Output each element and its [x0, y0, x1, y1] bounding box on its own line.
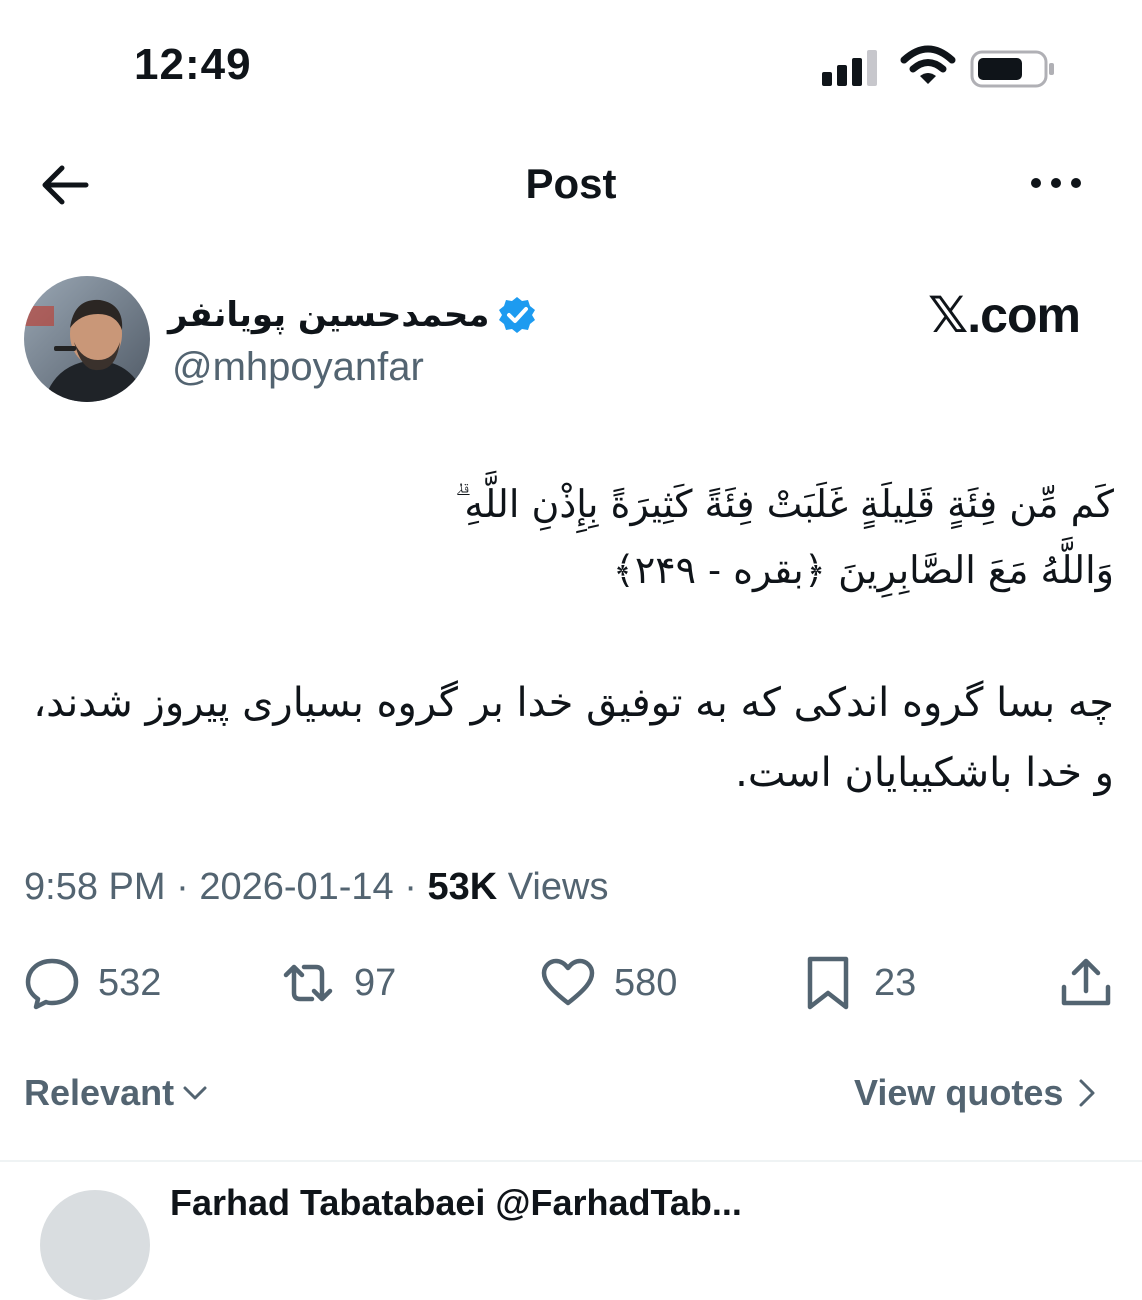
- post-meta: 9:58 PM · 2026-01-14 · 53K Views: [24, 866, 608, 909]
- share-button[interactable]: [1058, 950, 1114, 1016]
- bookmark-icon: [807, 956, 849, 1010]
- reply-button[interactable]: 532: [24, 950, 161, 1016]
- post-time: 9:58 PM: [24, 866, 166, 908]
- reply-author-name[interactable]: Farhad Tabatabaei @FarhadTab...: [170, 1182, 742, 1224]
- post-persian-text: چه بسا گروه اندکی که به توفیق خدا بر گرو…: [33, 680, 1114, 796]
- wifi-icon: [900, 45, 956, 84]
- post-arabic-line-1: كَم مِّن فِئَةٍ قَلِيلَةٍ غَلَبَتْ فِئَة…: [454, 482, 1114, 526]
- chevron-right-icon: [1079, 1079, 1095, 1107]
- battery-icon: [970, 50, 1054, 88]
- x-watermark: 𝕏.com: [928, 287, 1081, 343]
- reply-avatar[interactable]: [40, 1190, 150, 1300]
- view-quotes-link[interactable]: View quotes: [854, 1072, 1099, 1114]
- post-date: 2026-01-14: [199, 866, 394, 908]
- page-title: Post: [525, 160, 617, 207]
- repost-count: 97: [354, 961, 397, 1004]
- views-count: 53K: [427, 866, 498, 908]
- bookmark-count: 23: [874, 961, 917, 1004]
- cellular-signal-icon: [822, 50, 877, 86]
- status-time: 12:49: [134, 40, 252, 89]
- meta-separator: ·: [176, 866, 189, 908]
- bookmark-button[interactable]: 23: [800, 950, 916, 1016]
- author-name[interactable]: محمدحسین پویانفر: [168, 295, 489, 335]
- sort-replies-dropdown[interactable]: Relevant: [24, 1072, 210, 1114]
- meta-separator: ·: [404, 866, 417, 908]
- reply-count: 532: [98, 961, 162, 1004]
- divider: [0, 1160, 1142, 1162]
- author-row[interactable]: محمدحسین پویانفر: [168, 290, 537, 340]
- like-count: 580: [614, 961, 678, 1004]
- repost-button[interactable]: 97: [280, 950, 396, 1016]
- chevron-down-icon: [183, 1086, 207, 1100]
- author-handle[interactable]: @mhpoyanfar: [172, 345, 424, 390]
- sort-label: Relevant: [24, 1072, 175, 1113]
- verified-badge-icon: [499, 297, 536, 333]
- post-arabic-line-2: وَاللَّهُ مَعَ الصَّابِرِينَ ﴿بقره - ۲۴۹…: [612, 548, 1114, 592]
- more-options-icon[interactable]: [1026, 168, 1086, 198]
- view-quotes-label: View quotes: [854, 1072, 1064, 1113]
- views-label: Views: [507, 866, 609, 908]
- share-icon: [1061, 958, 1111, 1006]
- reply-icon: [25, 958, 79, 1010]
- heart-icon: [541, 958, 595, 1006]
- like-button[interactable]: 580: [540, 950, 677, 1016]
- repost-icon: [283, 964, 333, 1002]
- avatar[interactable]: [24, 276, 150, 402]
